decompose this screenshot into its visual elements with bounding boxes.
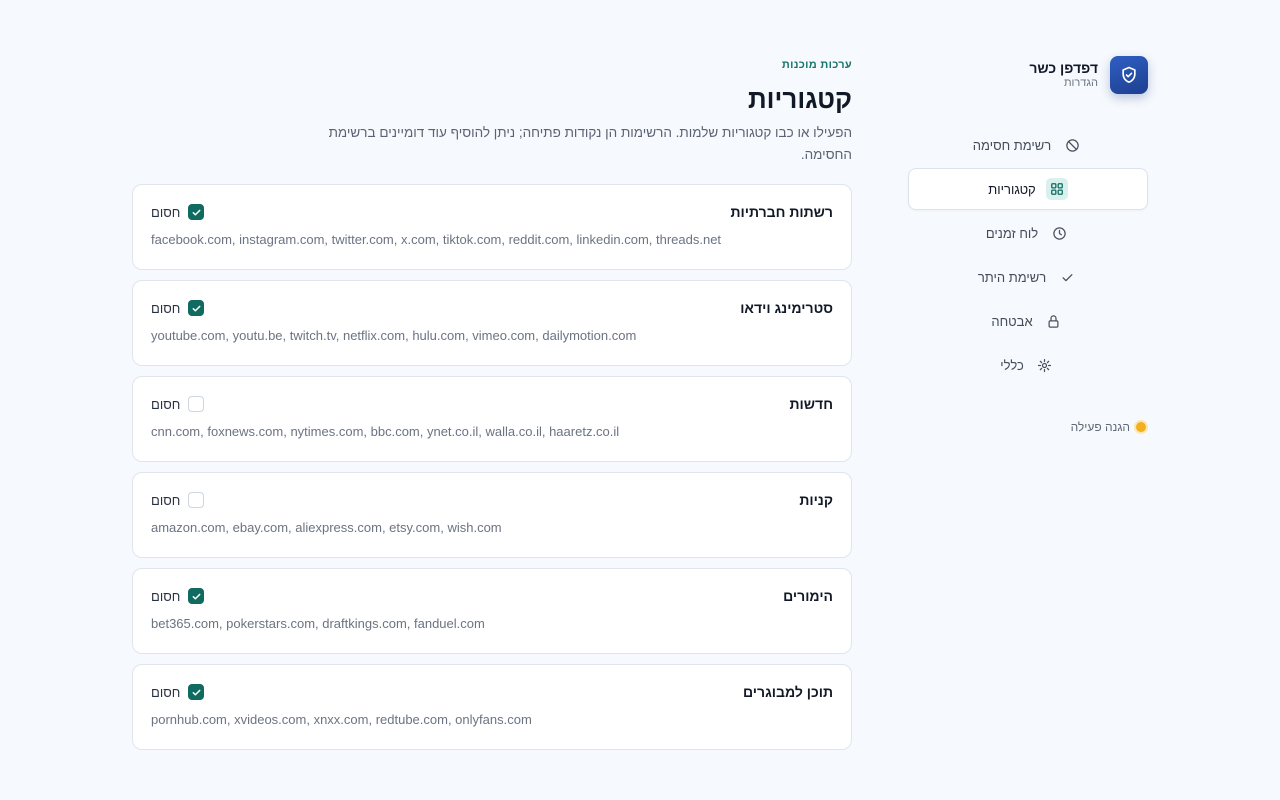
category-name: סטרימינג וידאו: [740, 300, 833, 316]
category-name: חדשות: [789, 396, 834, 412]
checkmark-icon: [192, 689, 201, 696]
category-name: תוכן למבוגרים: [742, 684, 833, 700]
category-domains: facebook.com, instagram.com, twitter.com…: [151, 232, 722, 247]
category-card-social: רשתות חברתיות חסום facebook.com, instagr…: [132, 184, 852, 270]
block-toggle[interactable]: חסום: [151, 588, 205, 604]
sidebar-item-label: רשימת חסימה: [972, 137, 1052, 153]
sidebar-item-allowlist[interactable]: רשימת היתר: [908, 256, 1148, 298]
sidebar-item-security[interactable]: אבטחה: [908, 300, 1148, 342]
category-name: קניות: [799, 492, 833, 508]
checkmark-icon: [192, 305, 201, 312]
sun-gear-icon: [1034, 354, 1056, 376]
status-label: הגנה פעילה: [1070, 420, 1130, 434]
block-toggle[interactable]: חסום: [151, 300, 205, 316]
shield-check-icon: [1110, 56, 1148, 94]
brand-title: דפדפן כשר: [1029, 60, 1098, 76]
block-checkbox[interactable]: [188, 684, 205, 700]
main-content: ערכות מוכנות קטגוריות הפעילו או כבו קטגו…: [132, 56, 852, 750]
lock-icon: [1043, 310, 1065, 332]
sidebar-item-schedule[interactable]: לוח זמנים: [908, 212, 1148, 254]
sidebar-item-label: כללי: [1000, 357, 1024, 373]
category-domains: youtube.com, youtu.be, twitch.tv, netfli…: [151, 328, 637, 343]
category-domains: pornhub.com, xvideos.com, xnxx.com, redt…: [151, 712, 532, 727]
category-name: הימורים: [783, 588, 833, 604]
block-checkbox[interactable]: [188, 492, 205, 508]
sidebar-item-categories[interactable]: קטגוריות: [908, 168, 1148, 210]
block-toggle[interactable]: חסום: [151, 204, 205, 220]
sidebar-item-label: לוח זמנים: [985, 225, 1039, 241]
block-label: חסום: [151, 204, 181, 220]
category-card-streaming: סטרימינג וידאו חסום youtube.com, youtu.b…: [132, 280, 852, 366]
sidebar-nav: רשימת חסימה קטגוריות לוח זמנים רשימת הית…: [908, 124, 1148, 386]
block-checkbox[interactable]: [188, 300, 205, 316]
grid-icon: [1045, 178, 1068, 200]
checkmark-icon: [192, 593, 201, 600]
check-icon: [1056, 266, 1078, 288]
block-label: חסום: [151, 588, 181, 604]
category-domains: amazon.com, ebay.com, aliexpress.com, et…: [151, 520, 502, 535]
category-card-adult: תוכן למבוגרים חסום pornhub.com, xvideos.…: [132, 664, 852, 750]
page-title: קטגוריות: [748, 84, 852, 114]
category-domains: bet365.com, pokerstars.com, draftkings.c…: [151, 616, 485, 631]
protection-status: הגנה פעילה: [908, 420, 1148, 434]
category-domains: cnn.com, foxnews.com, nytimes.com, bbc.c…: [151, 424, 620, 439]
sidebar-item-general[interactable]: כללי: [908, 344, 1148, 386]
block-checkbox[interactable]: [188, 396, 205, 412]
block-label: חסום: [151, 684, 181, 700]
block-toggle[interactable]: חסום: [151, 684, 205, 700]
block-toggle[interactable]: חסום: [151, 492, 205, 508]
section-eyebrow: ערכות מוכנות: [781, 59, 852, 71]
clock-icon: [1048, 222, 1070, 244]
sidebar-item-label: קטגוריות: [988, 181, 1036, 197]
category-name: רשתות חברתיות: [730, 204, 833, 220]
status-dot: [1136, 422, 1146, 432]
category-card-gambling: הימורים חסום bet365.com, pokerstars.com,…: [132, 568, 852, 654]
sidebar-item-label: אבטחה: [991, 313, 1033, 329]
brand-subtitle: הגדרות: [1063, 77, 1098, 89]
block-label: חסום: [151, 492, 181, 508]
block-label: חסום: [151, 300, 181, 316]
category-card-news: חדשות חסום cnn.com, foxnews.com, nytimes…: [132, 376, 852, 462]
sidebar-item-label: רשימת היתר: [977, 269, 1047, 285]
sidebar-item-blocklist[interactable]: רשימת חסימה: [908, 124, 1148, 166]
block-checkbox[interactable]: [188, 204, 205, 220]
checkmark-icon: [192, 209, 201, 216]
block-toggle[interactable]: חסום: [151, 396, 205, 412]
ban-icon: [1061, 134, 1083, 156]
brand: דפדפן כשר הגדרות: [908, 56, 1148, 94]
block-label: חסום: [151, 396, 181, 412]
sidebar: דפדפן כשר הגדרות רשימת חסימה קטגוריות לו…: [908, 56, 1148, 434]
category-list: רשתות חברתיות חסום facebook.com, instagr…: [132, 184, 852, 750]
category-card-shopping: קניות חסום amazon.com, ebay.com, aliexpr…: [132, 472, 852, 558]
page-description: הפעילו או כבו קטגוריות שלמות. הרשימות הן…: [328, 125, 852, 162]
block-checkbox[interactable]: [188, 588, 205, 604]
